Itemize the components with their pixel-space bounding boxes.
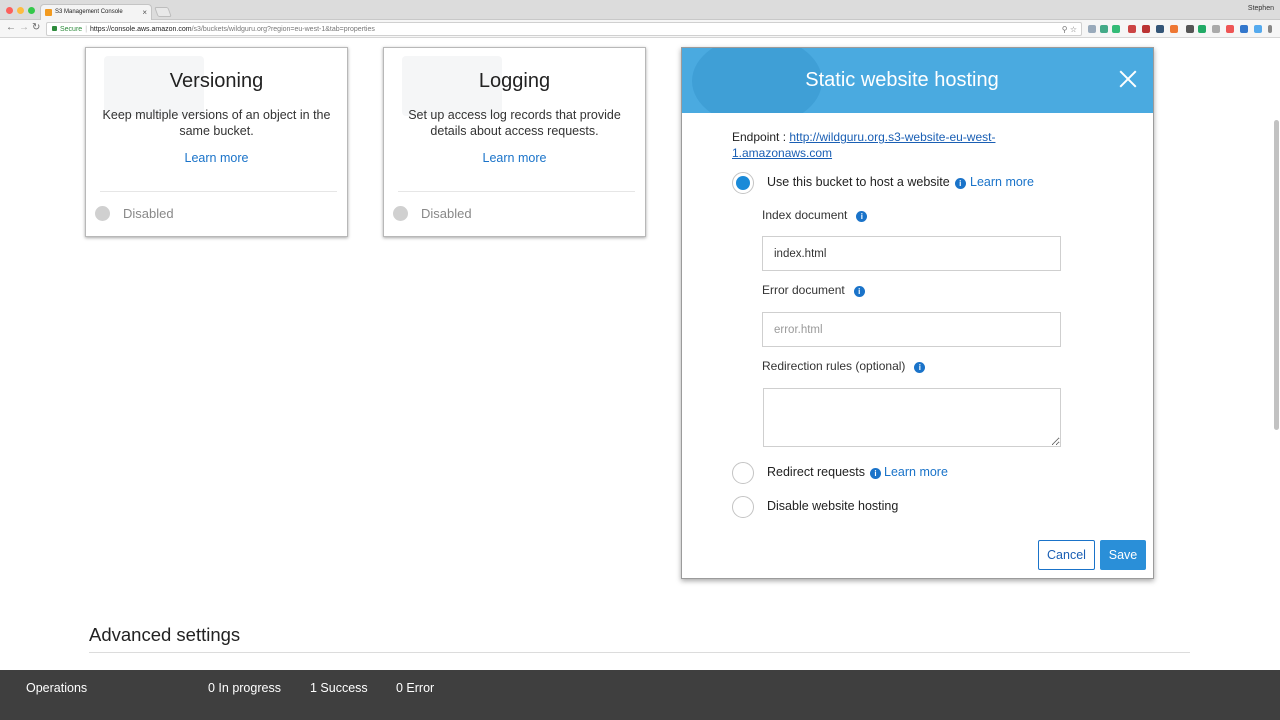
endpoint-row: Endpoint : http://wildguru.org.s3-websit… <box>732 129 1032 161</box>
extension-icon[interactable] <box>1186 25 1194 33</box>
success-count[interactable]: 1 Success <box>310 681 368 695</box>
divider <box>89 652 1190 653</box>
tab-title: S3 Management Console <box>55 9 123 15</box>
panel-header: Static website hosting <box>682 48 1153 113</box>
browser-toolbar: ← → ↻ Secure | https://console.aws.amazon.… <box>0 20 1280 38</box>
panel-title: Static website hosting <box>805 69 999 91</box>
extension-icon[interactable] <box>1240 25 1248 33</box>
url-host: https://console.aws.amazon.com <box>90 26 192 33</box>
status-label: Disabled <box>421 206 472 221</box>
disable-hosting-label: Disable website hosting <box>767 499 899 513</box>
error-document-input[interactable] <box>762 312 1061 347</box>
redirect-requests-label: Redirect requests <box>767 465 865 479</box>
card-description: Keep multiple versions of an object in t… <box>102 108 331 138</box>
redirect-requests-radio[interactable] <box>732 462 754 484</box>
extension-icon[interactable] <box>1212 25 1220 33</box>
host-website-label: Use this bucket to host a website <box>767 175 950 189</box>
browser-menu-icon[interactable] <box>1268 25 1272 33</box>
divider <box>100 191 337 192</box>
index-document-input[interactable] <box>762 236 1061 271</box>
browser-tab-bar: S3 Management Console × Stephen <box>0 0 1280 20</box>
divider <box>398 191 635 192</box>
extension-icon[interactable] <box>1226 25 1234 33</box>
index-document-label-row: Index document i <box>762 208 868 222</box>
error-document-label: Error document <box>762 283 845 297</box>
in-progress-count[interactable]: 0 In progress <box>208 681 281 695</box>
redirection-rules-label-row: Redirection rules (optional) i <box>762 359 926 373</box>
back-arrow-icon[interactable]: ← <box>6 22 16 33</box>
browser-user-name[interactable]: Stephen <box>1248 5 1274 12</box>
new-tab-button[interactable] <box>154 7 172 17</box>
static-website-hosting-panel: Static website hosting Endpoint : http:/… <box>681 47 1154 579</box>
card-title: Versioning <box>169 70 264 92</box>
card-description: Set up access log records that provide d… <box>408 108 621 138</box>
scrollbar-thumb[interactable] <box>1274 120 1279 430</box>
redirect-requests-option: Redirect requests i <box>767 465 881 479</box>
card-title: Logging <box>478 70 551 92</box>
error-count[interactable]: 0 Error <box>396 681 434 695</box>
reload-icon[interactable]: ↻ <box>32 22 40 33</box>
disable-hosting-radio[interactable] <box>732 496 754 518</box>
redirection-rules-label: Redirection rules (optional) <box>762 359 906 373</box>
forward-arrow-icon[interactable]: → <box>19 22 29 33</box>
operations-label[interactable]: Operations <box>26 681 87 695</box>
save-button[interactable]: Save <box>1100 540 1146 570</box>
info-icon[interactable]: i <box>856 211 868 222</box>
learn-more-link[interactable]: Learn more <box>185 151 249 165</box>
extension-icon[interactable] <box>1128 25 1136 33</box>
extension-icon[interactable] <box>1170 25 1178 33</box>
extension-icon[interactable] <box>1100 25 1108 33</box>
browser-tab[interactable]: S3 Management Console × <box>40 4 152 20</box>
cancel-button[interactable]: Cancel <box>1038 540 1095 570</box>
close-window-button[interactable] <box>6 7 13 14</box>
learn-more-link[interactable]: Learn more <box>483 151 547 165</box>
minimize-window-button[interactable] <box>17 7 24 14</box>
maximize-window-button[interactable] <box>28 7 35 14</box>
close-icon[interactable] <box>1119 70 1137 88</box>
status-indicator: Disabled <box>95 206 174 221</box>
info-icon[interactable]: i <box>869 468 881 479</box>
extension-icon[interactable] <box>1142 25 1150 33</box>
extension-icon[interactable] <box>1198 25 1206 33</box>
host-website-learn-more-link[interactable]: Learn more <box>970 175 1034 189</box>
status-indicator: Disabled <box>393 206 472 221</box>
operations-bar[interactable]: Operations 0 In progress 1 Success 0 Err… <box>0 670 1280 720</box>
redirection-rules-textarea[interactable] <box>763 388 1061 447</box>
extension-icon[interactable] <box>1156 25 1164 33</box>
secure-label: Secure <box>60 26 83 33</box>
host-website-radio[interactable] <box>732 172 754 194</box>
extension-icon[interactable] <box>1112 25 1120 33</box>
advanced-settings-heading: Advanced settings <box>89 624 241 645</box>
endpoint-label: Endpoint : <box>732 130 790 144</box>
status-label: Disabled <box>123 206 174 221</box>
info-icon[interactable]: i <box>853 286 865 297</box>
extension-icon[interactable] <box>1088 25 1096 33</box>
url-path: /s3/buckets/wildguru.org?region=eu-west-… <box>191 26 375 33</box>
info-icon[interactable]: i <box>914 362 926 373</box>
address-bar[interactable]: Secure | https://console.aws.amazon.com/s3… <box>46 22 1082 36</box>
aws-favicon-icon <box>45 9 52 16</box>
search-icon[interactable]: ⚲ <box>1062 25 1068 34</box>
error-document-label-row: Error document i <box>762 283 865 297</box>
star-icon[interactable]: ☆ <box>1070 25 1077 34</box>
info-icon[interactable]: i <box>954 178 966 189</box>
lock-icon <box>52 26 57 31</box>
index-document-label: Index document <box>762 208 848 222</box>
host-website-option: Use this bucket to host a website i <box>767 175 966 189</box>
extension-icon[interactable] <box>1254 25 1262 33</box>
tab-close-icon[interactable]: × <box>142 5 147 20</box>
versioning-card[interactable]: Versioning Keep multiple versions of an … <box>85 47 348 237</box>
address-bar-actions: ⚲ ☆ <box>1062 23 1077 35</box>
status-dot-icon <box>393 206 408 221</box>
status-dot-icon <box>95 206 110 221</box>
redirect-requests-learn-more-link[interactable]: Learn more <box>884 465 948 479</box>
logging-card[interactable]: Logging Set up access log records that p… <box>383 47 646 237</box>
